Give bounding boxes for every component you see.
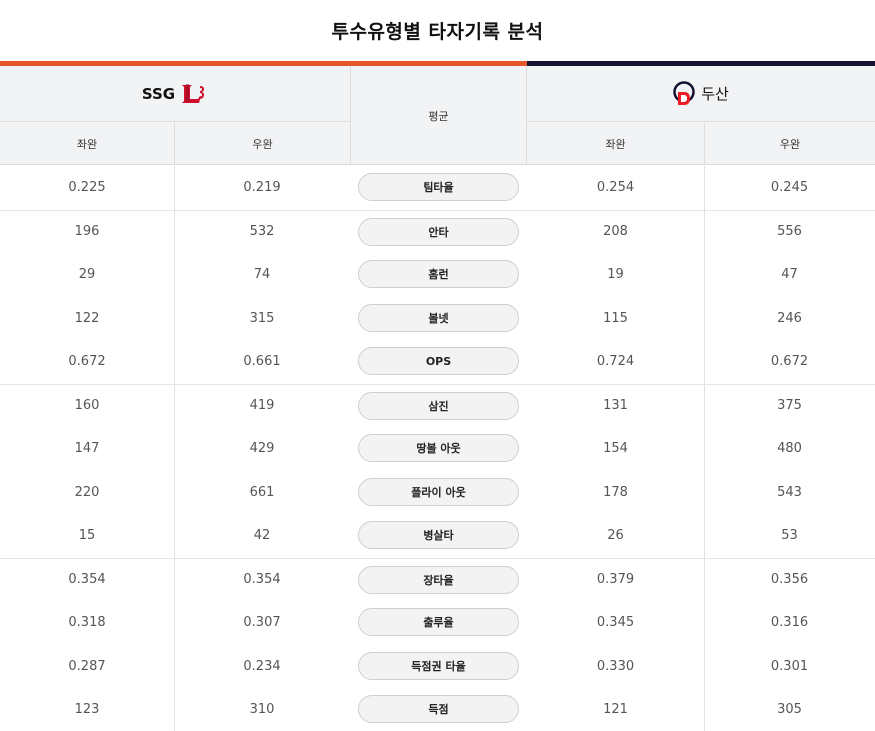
table-row: 123 310 121 305 득점 bbox=[0, 688, 875, 731]
stat-label-button[interactable]: 병살타 bbox=[358, 521, 519, 549]
table-row: 15 42 26 53 병살타 bbox=[0, 514, 875, 558]
average-column-header: 평균 bbox=[350, 66, 527, 165]
doosan-left-handed-value: 0.330 bbox=[596, 658, 635, 674]
stat-label-button[interactable]: OPS bbox=[358, 347, 519, 375]
table-row: 0.672 0.661 0.724 0.672 OPS bbox=[0, 340, 875, 384]
stats-table-body: 0.225 0.219 0.254 0.245 팀타율 196 532 208 556 안타 29 7… bbox=[0, 166, 875, 731]
table-header: SSG 평균 두산 좌완 우완 좌완 우완 bbox=[0, 66, 875, 165]
ssg-left-handed-value: 0.287 bbox=[68, 658, 106, 674]
doosan-right-handed-value: 0.301 bbox=[770, 658, 809, 674]
stat-label-button[interactable]: 장타율 bbox=[358, 565, 519, 594]
team-left-header: SSG bbox=[0, 66, 350, 122]
ssg-left-handed-value: 0.672 bbox=[68, 354, 106, 370]
doosan-left-handed-value: 115 bbox=[603, 310, 628, 326]
ssg-left-handed-value: 196 bbox=[74, 224, 100, 240]
doosan-left-handed-header: 좌완 bbox=[605, 138, 626, 151]
ssg-right-handed-value: 310 bbox=[249, 702, 275, 718]
doosan-right-handed-value: 53 bbox=[781, 528, 798, 544]
doosan-right-handed-value: 0.316 bbox=[770, 615, 809, 631]
doosan-left-handed-value: 0.254 bbox=[596, 180, 635, 196]
ssg-right-handed-value: 0.219 bbox=[243, 180, 281, 196]
doosan-left-handed-value: 26 bbox=[607, 528, 624, 544]
ssg-left-handed-value: 160 bbox=[74, 398, 100, 414]
doosan-left-handed-value: 19 bbox=[607, 267, 624, 283]
ssg-left-handed-value: 0.318 bbox=[68, 615, 106, 631]
stat-label-button[interactable]: 플라이 아웃 bbox=[358, 477, 519, 506]
doosan-left-handed-value: 0.724 bbox=[596, 354, 635, 370]
ssg-right-handed-value: 661 bbox=[249, 484, 275, 500]
ssg-right-handed-value: 532 bbox=[249, 224, 275, 240]
doosan-right-handed-value: 0.672 bbox=[770, 354, 809, 370]
stat-label-button[interactable]: 홈런 bbox=[358, 260, 519, 288]
doosan-right-handed-value: 375 bbox=[777, 398, 802, 414]
doosan-right-handed-value: 480 bbox=[777, 441, 802, 457]
team-right-header: 두산 bbox=[527, 66, 875, 122]
doosan-left-handed-value: 154 bbox=[603, 441, 628, 457]
stat-label-button[interactable]: 득점권 타율 bbox=[358, 651, 519, 680]
stat-label-button[interactable]: 삼진 bbox=[358, 391, 519, 420]
doosan-right-handed-value: 246 bbox=[777, 310, 802, 326]
ssg-right-handed-value: 0.234 bbox=[243, 658, 281, 674]
doosan-left-handed-value: 178 bbox=[603, 484, 628, 500]
stat-label-button[interactable]: 안타 bbox=[358, 217, 519, 246]
doosan-right-handed-value: 305 bbox=[777, 702, 802, 718]
doosan-right-handed-value: 47 bbox=[781, 267, 798, 283]
ssg-right-handed-value: 74 bbox=[253, 267, 271, 283]
doosan-bears-logo-icon bbox=[673, 80, 695, 107]
stat-label-button[interactable]: 볼넷 bbox=[358, 303, 519, 332]
table-row: 0.354 0.354 0.379 0.356 장타율 bbox=[0, 557, 875, 602]
table-row: 29 74 19 47 홈런 bbox=[0, 253, 875, 297]
stat-label-button[interactable]: 팀타율 bbox=[358, 173, 519, 201]
ssg-right-handed-value: 0.354 bbox=[243, 572, 281, 588]
ssg-right-handed-value: 419 bbox=[249, 398, 275, 414]
table-row: 122 315 115 246 볼넷 bbox=[0, 297, 875, 341]
team-left-name: SSG bbox=[141, 84, 176, 103]
ssg-right-handed-value: 42 bbox=[253, 528, 271, 544]
table-row: 196 532 208 556 안타 bbox=[0, 209, 875, 254]
ssg-landers-logo-icon bbox=[180, 82, 208, 106]
doosan-left-handed-value: 208 bbox=[603, 224, 628, 240]
ssg-left-handed-value: 123 bbox=[74, 702, 100, 718]
doosan-right-handed-value: 543 bbox=[777, 484, 802, 500]
page-title: 투수유형별 타자기록 분석 bbox=[331, 21, 544, 43]
ssg-right-handed-value: 0.307 bbox=[243, 615, 281, 631]
doosan-right-handed-value: 0.245 bbox=[770, 180, 809, 196]
ssg-right-handed-value: 315 bbox=[249, 310, 275, 326]
stat-label-button[interactable]: 출루율 bbox=[358, 608, 519, 636]
ssg-left-handed-value: 15 bbox=[78, 528, 96, 544]
table-row: 160 419 131 375 삼진 bbox=[0, 383, 875, 428]
ssg-left-handed-value: 0.225 bbox=[68, 180, 106, 196]
ssg-left-handed-value: 29 bbox=[78, 267, 96, 283]
doosan-left-handed-value: 131 bbox=[603, 398, 628, 414]
doosan-right-handed-value: 0.356 bbox=[770, 572, 809, 588]
table-row: 220 661 178 543 플라이 아웃 bbox=[0, 471, 875, 515]
team-right-name: 두산 bbox=[701, 85, 729, 103]
doosan-left-handed-value: 0.345 bbox=[596, 615, 635, 631]
doosan-right-handed-header: 우완 bbox=[704, 123, 875, 165]
stat-label-button[interactable]: 땅볼 아웃 bbox=[358, 434, 519, 462]
ssg-right-handed-value: 0.661 bbox=[243, 354, 281, 370]
table-row: 0.318 0.307 0.345 0.316 출루율 bbox=[0, 601, 875, 645]
ssg-left-handed-value: 147 bbox=[74, 441, 100, 457]
ssg-left-handed-value: 220 bbox=[74, 484, 100, 500]
doosan-left-handed-value: 121 bbox=[603, 702, 628, 718]
ssg-right-handed-value: 429 bbox=[249, 441, 275, 457]
stat-label-button[interactable]: 득점 bbox=[358, 695, 519, 723]
ssg-left-handed-header: 좌완 bbox=[76, 138, 98, 151]
table-row: 0.287 0.234 0.330 0.301 득점권 타율 bbox=[0, 645, 875, 689]
doosan-left-handed-value: 0.379 bbox=[596, 572, 635, 588]
table-row: 147 429 154 480 땅볼 아웃 bbox=[0, 427, 875, 471]
ssg-left-handed-value: 0.354 bbox=[68, 572, 106, 588]
ssg-right-handed-header: 우완 bbox=[174, 123, 350, 165]
ssg-left-handed-value: 122 bbox=[74, 310, 100, 326]
table-row: 0.225 0.219 0.254 0.245 팀타율 bbox=[0, 166, 875, 210]
doosan-right-handed-value: 556 bbox=[777, 224, 802, 240]
